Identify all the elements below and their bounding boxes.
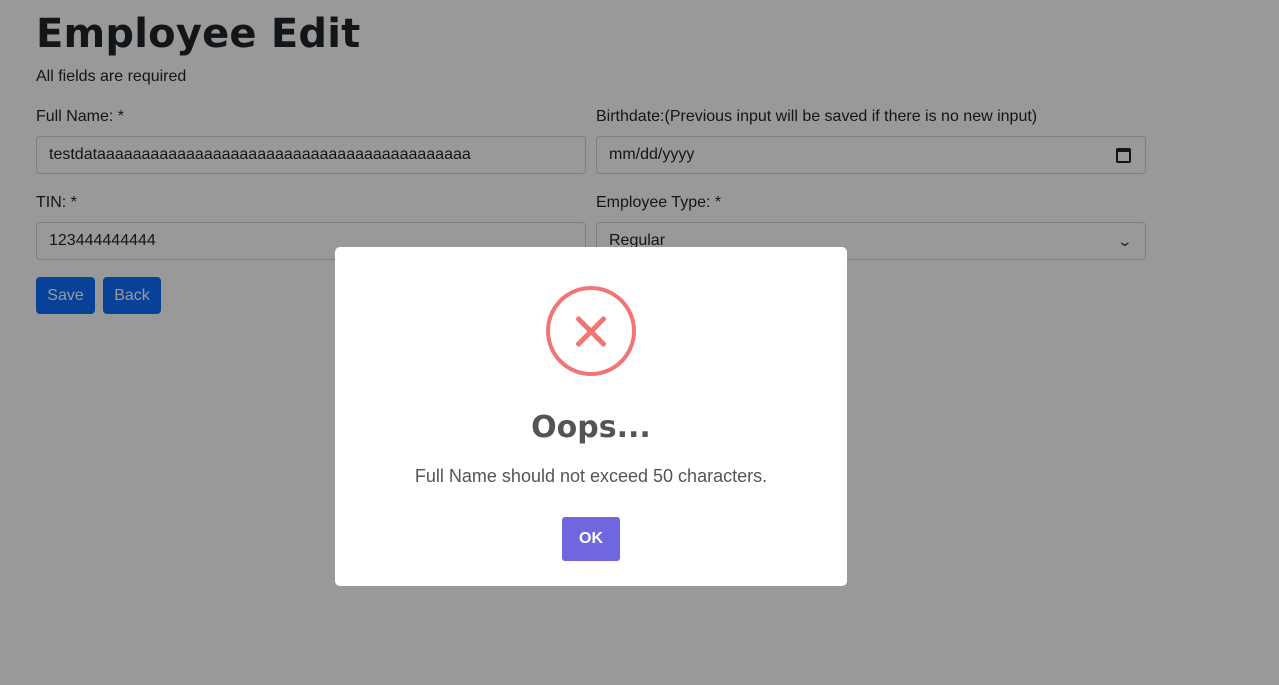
dialog-title: Oops... xyxy=(531,410,651,445)
error-icon xyxy=(546,286,636,376)
error-dialog: Oops... Full Name should not exceed 50 c… xyxy=(335,247,847,586)
dialog-message: Full Name should not exceed 50 character… xyxy=(414,466,768,486)
ok-button[interactable]: OK xyxy=(562,517,620,561)
